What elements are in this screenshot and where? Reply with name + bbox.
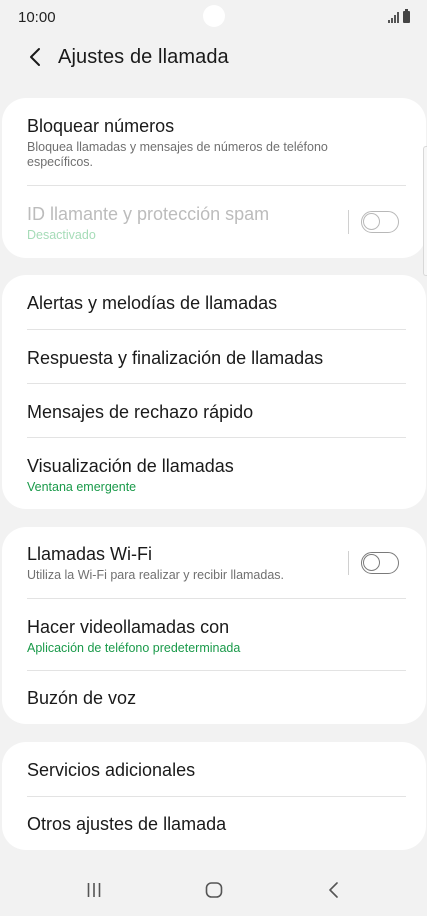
caller-id-spam-toggle[interactable] (361, 211, 399, 233)
recent-apps-button[interactable] (84, 880, 104, 900)
voicemail-title: Buzón de voz (27, 688, 137, 708)
wifi-calling-toggle[interactable] (361, 552, 399, 574)
block-numbers-title: Bloquear números (27, 116, 175, 136)
page-title: Ajustes de llamada (58, 45, 229, 68)
scroll-indicator[interactable] (423, 146, 427, 276)
battery-icon (403, 9, 410, 23)
other-call-settings-title: Otros ajustes de llamada (27, 814, 227, 834)
wifi-calling-toggle-wrap (348, 551, 399, 575)
video-calls-item[interactable]: Hacer videollamadas con Aplicación de te… (2, 599, 426, 671)
signal-icon (388, 11, 399, 23)
other-call-settings-item[interactable]: Otros ajustes de llamada (2, 797, 426, 850)
answer-end-calls-item[interactable]: Respuesta y finalización de llamadas (2, 330, 426, 384)
settings-group-calls: Alertas y melodías de llamadas Respuesta… (2, 275, 426, 509)
call-alerts-ringtones-title: Alertas y melodías de llamadas (27, 293, 278, 313)
wifi-calling-item[interactable]: Llamadas Wi-Fi Utiliza la Wi-Fi para rea… (2, 527, 426, 599)
back-button[interactable] (20, 42, 50, 72)
answer-end-calls-title: Respuesta y finalización de llamadas (27, 348, 324, 368)
home-icon (205, 882, 223, 898)
call-alerts-ringtones-item[interactable]: Alertas y melodías de llamadas (2, 275, 426, 330)
nav-back-icon (329, 882, 338, 898)
block-numbers-item[interactable]: Bloquear números Bloquea llamadas y mens… (2, 98, 426, 186)
call-display-title: Visualización de llamadas (27, 456, 234, 476)
additional-services-item[interactable]: Servicios adicionales (2, 742, 426, 797)
settings-group-wifi-voice: Llamadas Wi-Fi Utiliza la Wi-Fi para rea… (2, 527, 426, 724)
caller-id-spam-item[interactable]: ID llamante y protección spam Desactivad… (2, 186, 426, 258)
status-time: 10:00 (18, 8, 56, 26)
voicemail-item[interactable]: Buzón de voz (2, 671, 426, 724)
navigation-bar (0, 862, 427, 916)
quick-decline-messages-item[interactable]: Mensajes de rechazo rápido (2, 384, 426, 438)
header: Ajustes de llamada (0, 36, 427, 78)
video-calls-title: Hacer videollamadas con (27, 617, 230, 637)
caller-id-spam-toggle-wrap (348, 210, 399, 234)
camera-cutout (203, 5, 225, 27)
status-icons (388, 9, 410, 23)
video-calls-value: Aplicación de teléfono predeterminada (27, 641, 241, 655)
quick-decline-messages-title: Mensajes de rechazo rápido (27, 402, 254, 422)
recent-apps-icon (87, 883, 101, 897)
home-button[interactable] (203, 880, 225, 900)
vertical-separator (348, 210, 349, 234)
chevron-left-icon (30, 48, 40, 66)
call-display-item[interactable]: Visualización de llamadas Ventana emerge… (2, 438, 426, 509)
nav-back-button[interactable] (324, 880, 344, 900)
settings-group-blocking: Bloquear números Bloquea llamadas y mens… (2, 98, 426, 258)
settings-group-more: Servicios adicionales Otros ajustes de l… (2, 742, 426, 850)
vertical-separator (348, 551, 349, 575)
additional-services-title: Servicios adicionales (27, 760, 196, 780)
call-display-value: Ventana emergente (27, 480, 137, 494)
block-numbers-subtitle: Bloquea llamadas y mensajes de números d… (27, 140, 328, 169)
